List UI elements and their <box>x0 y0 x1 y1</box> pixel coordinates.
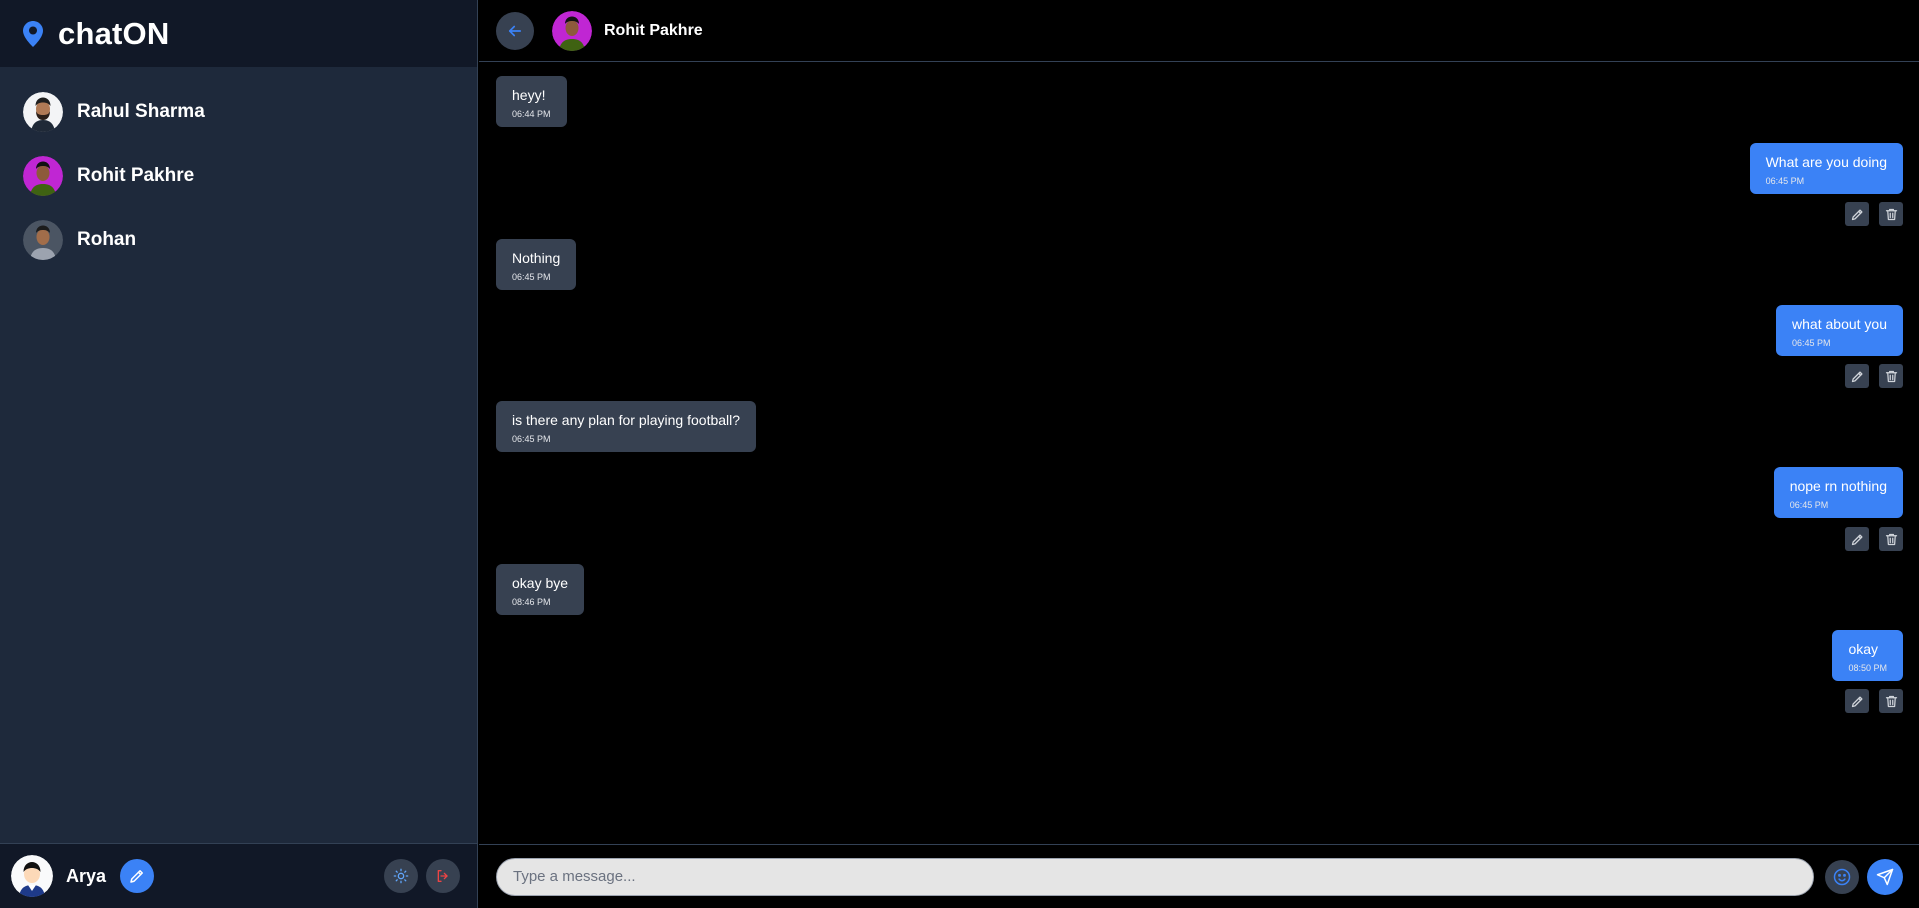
message-incoming: is there any plan for playing football? … <box>496 401 757 452</box>
message-incoming: Nothing 06:45 PM <box>496 239 577 290</box>
message-outgoing: nope rn nothing 06:45 PM <box>1773 467 1903 518</box>
message-actions <box>1845 527 1903 551</box>
message-time: 08:50 PM <box>1848 663 1887 673</box>
edit-message-button[interactable] <box>1845 364 1869 388</box>
edit-message-button[interactable] <box>1845 527 1869 551</box>
message-text: is there any plan for playing football? <box>512 412 741 428</box>
trash-icon <box>1885 695 1897 707</box>
message-time: 06:45 PM <box>1792 338 1831 348</box>
edit-profile-button[interactable] <box>120 859 155 893</box>
current-user-name: Arya <box>66 865 107 886</box>
message-list: heyy! 06:44 PM What are you doing 06:45 … <box>479 62 1919 842</box>
logout-icon <box>437 870 448 882</box>
message-text: What are you doing <box>1765 154 1887 170</box>
message-actions <box>1845 364 1903 388</box>
message-text: nope rn nothing <box>1789 478 1887 494</box>
avatar[interactable] <box>11 855 53 897</box>
message-time: 06:45 PM <box>512 434 551 444</box>
emoji-button[interactable] <box>1825 859 1859 894</box>
pencil-icon <box>1851 696 1862 707</box>
pencil-icon <box>1851 371 1862 382</box>
message-text: okay <box>1848 641 1879 657</box>
theme-toggle-button[interactable] <box>384 859 418 893</box>
message-input[interactable] <box>496 857 1814 896</box>
message-time: 06:45 PM <box>512 272 551 282</box>
message-text: Nothing <box>512 250 561 266</box>
logout-button[interactable] <box>426 859 460 893</box>
send-button[interactable] <box>1867 858 1903 895</box>
profile-bar: Arya <box>0 843 477 908</box>
avatar <box>552 10 592 51</box>
pencil-icon <box>1851 209 1862 220</box>
trash-icon <box>1885 533 1897 545</box>
avatar <box>23 92 63 132</box>
message-text: heyy! <box>512 87 546 103</box>
arrow-left-icon <box>508 25 522 36</box>
message-time: 06:44 PM <box>512 109 551 119</box>
message-text: okay bye <box>512 575 569 591</box>
delete-message-button[interactable] <box>1879 202 1903 226</box>
contact-item-rohit-pakhre[interactable]: Rohit Pakhre <box>0 144 477 208</box>
trash-icon <box>1885 370 1897 382</box>
delete-message-button[interactable] <box>1879 527 1903 551</box>
back-button[interactable] <box>496 11 534 50</box>
message-outgoing: okay 08:50 PM <box>1832 630 1903 681</box>
contact-item-rohan[interactable]: Rohan <box>0 208 477 272</box>
message-time: 06:45 PM <box>1789 500 1829 510</box>
smiley-icon <box>1833 868 1851 885</box>
message-incoming: heyy! 06:44 PM <box>496 76 567 127</box>
message-actions <box>1845 202 1903 226</box>
contact-item-rahul-sharma[interactable]: Rahul Sharma <box>0 80 477 144</box>
message-outgoing: What are you doing 06:45 PM <box>1749 143 1903 194</box>
sidebar: chatON Rahul Sharma Rohit Pakhre Rohan A… <box>0 0 478 908</box>
pencil-icon <box>130 870 144 883</box>
brand-header: chatON <box>0 0 477 67</box>
location-pin-icon <box>23 20 43 47</box>
delete-message-button[interactable] <box>1879 364 1903 388</box>
avatar <box>23 156 63 196</box>
chat-header: Rohit Pakhre <box>479 0 1919 62</box>
message-incoming: okay bye 08:46 PM <box>496 564 585 615</box>
contact-name: Rahul Sharma <box>77 101 205 122</box>
message-outgoing: what about you 06:45 PM <box>1776 305 1903 356</box>
send-icon <box>1876 868 1894 885</box>
delete-message-button[interactable] <box>1879 689 1903 713</box>
avatar <box>23 220 63 260</box>
contact-name: Rohit Pakhre <box>77 165 195 186</box>
message-composer <box>479 844 1919 908</box>
message-time: 06:45 PM <box>1765 176 1805 186</box>
app-name: chatON <box>58 15 170 51</box>
pencil-icon <box>1851 534 1862 545</box>
edit-message-button[interactable] <box>1845 689 1869 713</box>
message-time: 08:46 PM <box>512 597 551 607</box>
message-text: what about you <box>1792 316 1887 332</box>
message-actions <box>1845 689 1903 713</box>
chat-partner-name: Rohit Pakhre <box>604 21 703 39</box>
edit-message-button[interactable] <box>1845 202 1869 226</box>
sun-icon <box>393 868 409 884</box>
trash-icon <box>1885 208 1897 220</box>
contact-list: Rahul Sharma Rohit Pakhre Rohan <box>0 67 477 272</box>
contact-name: Rohan <box>77 229 137 250</box>
